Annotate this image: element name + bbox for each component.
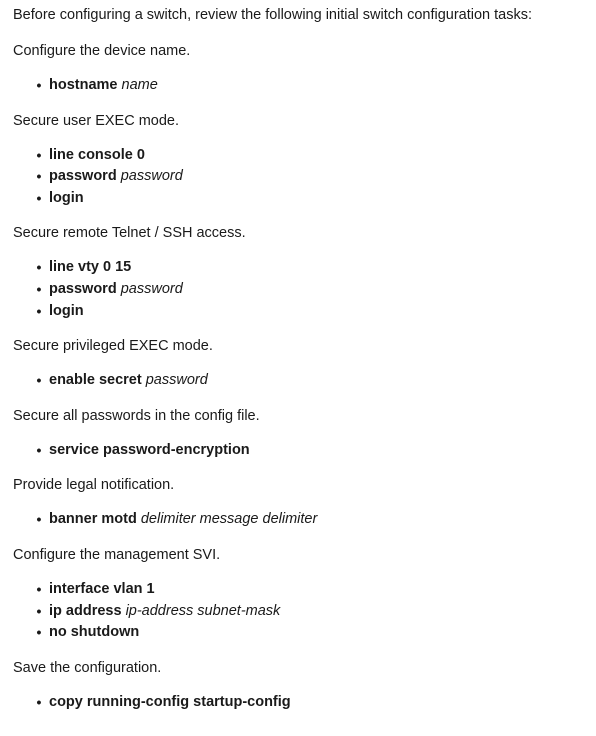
task-section: Secure user EXEC mode. • line console 0 • pa…	[13, 111, 589, 210]
bullet-icon: •	[36, 372, 42, 389]
command-item: • login	[13, 301, 589, 323]
command-keyword: enable secret	[49, 372, 142, 389]
command-item: • line console 0	[13, 145, 589, 167]
task-section: Configure the device name. • hostname name	[13, 41, 589, 97]
command-keyword: line console 0	[49, 146, 145, 163]
command-item: • password password	[13, 166, 589, 188]
task-heading: Configure the management SVI.	[13, 546, 221, 563]
task-section: Save the configuration. • copy running-con…	[13, 658, 589, 714]
task-section: Provide legal notification. • banner motd …	[13, 475, 589, 531]
command-item: • login	[13, 188, 589, 210]
task-section: Secure remote Telnet / SSH access. • line …	[13, 223, 589, 322]
command-keyword: password	[49, 168, 117, 185]
command-list: • interface vlan 1 • ip address ip-address …	[13, 579, 589, 644]
bullet-icon: •	[36, 280, 42, 297]
command-keyword: service password-encryption	[49, 441, 250, 458]
task-section: Secure privileged EXEC mode. • enable secr…	[13, 336, 589, 392]
command-item: • interface vlan 1	[13, 579, 589, 601]
command-keyword: hostname	[49, 77, 118, 93]
task-heading: Secure privileged EXEC mode.	[13, 338, 213, 355]
task-heading: Secure all passwords in the config file.	[13, 407, 260, 424]
bullet-icon: •	[36, 259, 42, 276]
task-section: Secure all passwords in the config file.…	[13, 406, 589, 462]
bullet-icon: •	[36, 168, 42, 185]
command-item: • line vty 0 15	[13, 257, 589, 279]
bullet-icon: •	[36, 441, 42, 458]
command-item: • enable secret password	[13, 370, 589, 392]
command-keyword: password	[49, 280, 117, 297]
bullet-icon: •	[36, 146, 42, 163]
command-argument: password	[120, 168, 183, 185]
command-keyword: login	[49, 189, 84, 206]
task-list: Configure the device name. • hostname name…	[13, 41, 589, 713]
command-keyword: line vty 0 15	[49, 259, 132, 276]
command-keyword: no shutdown	[49, 624, 140, 641]
command-item: • ip address ip-address subnet-mask	[13, 601, 589, 623]
intro-paragraph: Before configuring a switch, review the …	[13, 7, 533, 23]
bullet-icon: •	[36, 693, 42, 710]
bullet-icon: •	[36, 189, 42, 206]
command-list: • service password-encryption	[13, 440, 589, 462]
command-item: • password password	[13, 279, 589, 301]
document-body: Before configuring a switch, review the …	[13, 5, 589, 713]
command-argument: name	[121, 77, 158, 93]
bullet-icon: •	[36, 77, 42, 93]
bullet-icon: •	[36, 580, 42, 597]
command-argument: ip-address subnet-mask	[125, 602, 281, 619]
task-section: Configure the management SVI. • interface …	[13, 545, 589, 644]
command-keyword: copy running-config startup-config	[49, 693, 291, 710]
command-list: • line vty 0 15 • password password • login	[13, 257, 589, 322]
bullet-icon: •	[36, 624, 42, 641]
command-item: • banner motd delimiter message delimiter	[13, 509, 589, 531]
command-list: • banner motd delimiter message delimiter	[13, 509, 589, 531]
task-heading: Secure user EXEC mode.	[13, 112, 180, 129]
command-list: • line console 0 • password password • login	[13, 145, 589, 210]
bullet-icon: •	[36, 511, 42, 528]
command-argument: delimiter message delimiter	[140, 511, 318, 528]
command-keyword: banner motd	[49, 511, 137, 528]
command-item: • service password-encryption	[13, 440, 589, 462]
task-heading: Configure the device name.	[13, 43, 191, 59]
bullet-icon: •	[36, 602, 42, 619]
task-heading: Save the configuration.	[13, 659, 162, 676]
command-list: • enable secret password	[13, 370, 589, 392]
command-item: • no shutdown	[13, 622, 589, 644]
command-item: • hostname name	[13, 75, 589, 97]
command-argument: password	[120, 280, 183, 297]
task-heading: Provide legal notification.	[13, 477, 175, 494]
command-keyword: login	[49, 302, 84, 319]
command-item: • copy running-config startup-config	[13, 692, 589, 714]
task-heading: Secure remote Telnet / SSH access.	[13, 225, 246, 242]
bullet-icon: •	[36, 302, 42, 319]
command-list: • hostname name	[13, 75, 589, 97]
command-list: • copy running-config startup-config	[13, 692, 589, 714]
command-argument: password	[145, 372, 208, 389]
command-keyword: ip address	[49, 602, 122, 619]
command-keyword: interface vlan 1	[49, 580, 155, 597]
